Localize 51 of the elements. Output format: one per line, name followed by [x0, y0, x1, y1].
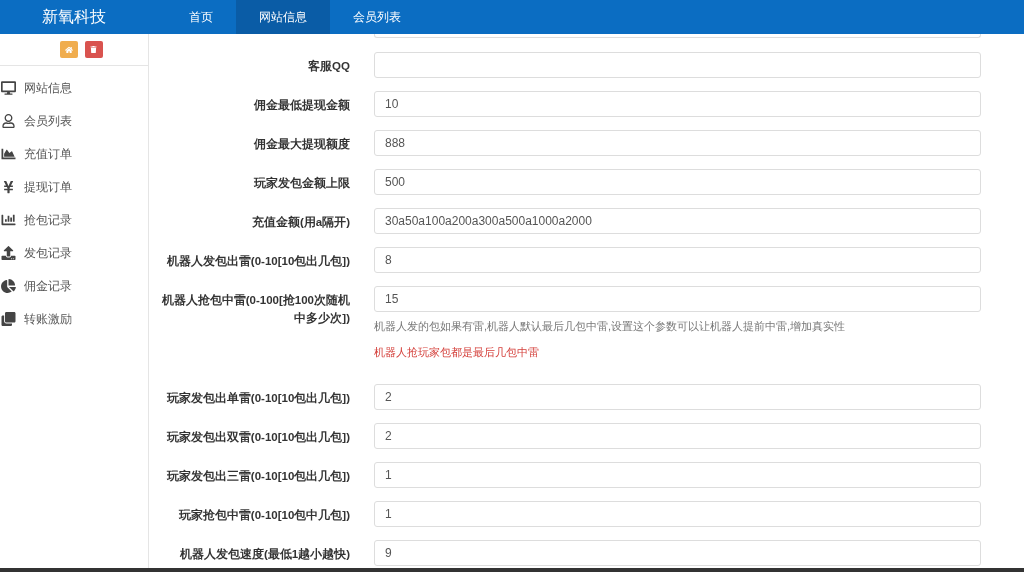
input-field[interactable]: 10 — [374, 91, 981, 117]
sidebar-item[interactable]: 转账激励 — [0, 302, 148, 335]
field-label: 玩家发包出双雷(0-10[10包出几包]) — [166, 429, 350, 445]
pie-chart-icon — [1, 278, 16, 293]
delete-button[interactable] — [84, 41, 103, 58]
field-label: 玩家发包出三雷(0-10[10包出几包]) — [166, 468, 350, 484]
sidebar-item[interactable]: 提现订单 — [0, 170, 148, 203]
input-field[interactable]: 1 — [374, 501, 981, 527]
sidebar-item[interactable]: 发包记录 — [0, 236, 148, 269]
input-field[interactable]: 888 — [374, 130, 981, 156]
field-label: 机器人抢包中雷(0-100[抢100次随机中多少次]) — [161, 293, 350, 327]
input-field[interactable]: 1 — [374, 462, 981, 488]
sidebar-item[interactable]: 抢包记录 — [0, 203, 148, 236]
input-field[interactable]: 2 — [374, 423, 981, 449]
upload-icon — [1, 245, 16, 260]
field-label: 玩家发包金额上限 — [254, 175, 350, 191]
brand-title: 新氧科技 — [41, 7, 107, 27]
input-field[interactable]: 30a50a100a200a300a500a1000a2000 — [374, 208, 981, 234]
field-label: 佣金最大提现额度 — [254, 136, 350, 152]
input-field[interactable] — [374, 52, 981, 78]
warning-text: 机器人抢玩家包都是最后几包中雷 — [374, 344, 540, 360]
input-field[interactable] — [374, 34, 981, 38]
trash-icon — [90, 46, 97, 53]
yen-icon — [1, 179, 16, 194]
home-button[interactable] — [59, 41, 78, 58]
sidebar-item[interactable]: 充值订单 — [0, 137, 148, 170]
sidebar-item[interactable]: 佣金记录 — [0, 269, 148, 302]
field-label: 玩家抢包中雷(0-10[10包中几包]) — [178, 507, 350, 523]
area-chart-icon — [1, 146, 16, 161]
nav-tab[interactable]: 网站信息 — [236, 0, 330, 34]
sidebar-item[interactable]: 会员列表 — [0, 104, 148, 137]
sidebar-item[interactable]: 网站信息 — [0, 71, 148, 104]
field-label: 机器人发包出雷(0-10[10包出几包]) — [166, 254, 350, 269]
windows-icon — [1, 311, 16, 326]
monitor-icon — [1, 80, 16, 95]
input-field[interactable]: 8 — [374, 247, 981, 273]
home-icon — [64, 45, 73, 54]
field-label: 玩家发包出单雷(0-10[10包出几包]) — [166, 390, 350, 406]
bar-chart-icon — [1, 212, 16, 227]
input-field[interactable]: 15 — [374, 286, 981, 312]
input-field[interactable]: 2 — [374, 384, 981, 410]
field-label: 机器人发包速度(最低1越小越快) — [179, 546, 350, 562]
input-field[interactable]: 9 — [374, 540, 981, 566]
field-label: 充值金额(用a隔开) — [251, 214, 350, 230]
nav-tab[interactable]: 会员列表 — [330, 0, 424, 34]
help-text: 机器人发的包如果有雷,机器人默认最后几包中雷,设置这个参数可以让机器人提前中雷,增加真实性 — [374, 319, 847, 334]
user-icon — [1, 113, 16, 128]
field-label: 佣金最低提现金额 — [254, 97, 350, 113]
input-field[interactable]: 500 — [374, 169, 981, 195]
field-label: 客服QQ — [308, 58, 350, 74]
nav-tab[interactable]: 首页 — [166, 0, 236, 34]
